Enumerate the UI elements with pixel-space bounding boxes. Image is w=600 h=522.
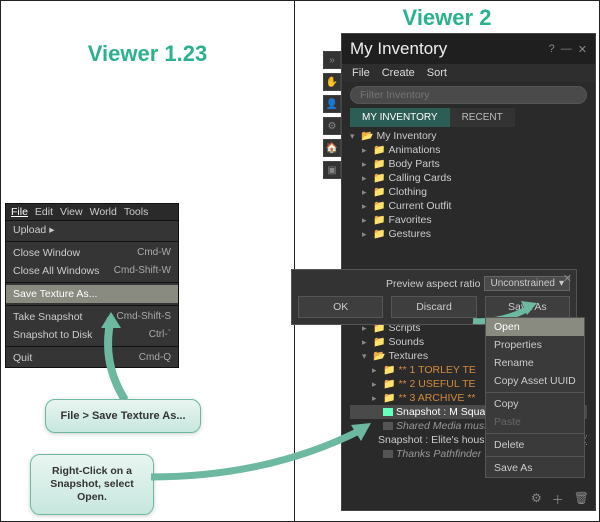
ctx-item[interactable]: Rename [486,354,584,372]
trash-icon[interactable]: 🗑 [574,491,589,508]
tool-hand[interactable]: ✋ [323,73,341,91]
callout-right-click: Right-Click on a Snapshot, select Open. [30,454,154,515]
callout-save-texture: File > Save Texture As... [45,399,201,433]
ctx-item: Paste [486,413,584,431]
toolstrip: » ✋ 👤 ⚙ 🏠 ▣ [323,51,341,179]
viewer1-heading: Viewer 1.23 [1,41,294,67]
menu-item[interactable]: Close All WindowsCmd-Shift-W [6,262,178,280]
ctx-item[interactable]: Properties [486,336,584,354]
gear-icon[interactable]: ⚙ [531,491,542,508]
ctx-item[interactable]: Save As [486,459,584,477]
tab-recent[interactable]: RECENT [450,108,515,127]
menu-edit[interactable]: Edit [35,206,53,218]
tool-box[interactable]: ▣ [323,161,341,179]
menu-item[interactable]: QuitCmd-Q [6,349,178,367]
viewer2-panel: Viewer 2 » ✋ 👤 ⚙ 🏠 ▣ My Inventory ? — ✕ … [295,1,599,521]
search-input[interactable] [350,86,587,104]
discard-button[interactable]: Discard [391,296,476,318]
tool-expand[interactable]: » [323,51,341,69]
tree-row[interactable]: ▸📁Animations [350,143,587,157]
add-icon[interactable]: ＋ [552,491,564,508]
tree-row[interactable]: ▸📁Clothing [350,185,587,199]
menu-item[interactable]: Snapshot to DiskCtrl-` [6,326,178,344]
inventory-titlebar: My Inventory ? — ✕ [342,34,595,64]
ctx-item[interactable]: Copy Asset UUID [486,372,584,390]
viewer2-heading: Viewer 2 [295,5,599,31]
menu-item[interactable]: Upload ▸ [6,221,178,239]
tab-my-inventory[interactable]: MY INVENTORY [350,108,450,127]
tree-row[interactable]: ▸📁Gestures [350,227,587,241]
inventory-tabs: MY INVENTORY RECENT [350,108,587,127]
inventory-menubar: File Create Sort [342,64,595,82]
ctx-item[interactable]: Copy [486,395,584,413]
ctx-item[interactable]: Open [486,318,584,336]
help-icon[interactable]: ? [549,43,555,56]
inv-menu-sort[interactable]: Sort [427,67,447,79]
tree-row[interactable]: ▸📁Favorites [350,213,587,227]
tree-row[interactable]: ▸📁Current Outfit [350,199,587,213]
save-as-button[interactable]: Save As [485,296,570,318]
inventory-footer: ⚙ ＋ 🗑 [531,491,589,508]
tool-home[interactable]: 🏠 [323,139,341,157]
menu-item[interactable]: Take SnapshotCmd-Shift-S [6,308,178,326]
inventory-title: My Inventory [350,39,447,59]
tree-row[interactable]: ▸📁Body Parts [350,157,587,171]
ok-button[interactable]: OK [298,296,383,318]
minimize-icon[interactable]: — [561,43,572,56]
tool-profile[interactable]: 👤 [323,95,341,113]
menu-file[interactable]: File [11,206,28,218]
tree-row[interactable]: ▾📂My Inventory [350,129,587,143]
aspect-select[interactable]: Unconstrained ▾ [484,276,570,291]
menu-item[interactable]: Save Texture As... [6,285,178,303]
close-icon[interactable]: ✕ [578,43,587,56]
menu-view[interactable]: View [60,206,83,218]
tree-row[interactable]: ▸📁Calling Cards [350,171,587,185]
close-icon[interactable]: ✕ [563,272,572,285]
ctx-item[interactable]: Delete [486,436,584,454]
viewer1-panel: Viewer 1.23 File Edit View World Tools U… [1,1,295,521]
tool-gear[interactable]: ⚙ [323,117,341,135]
file-menu: File Edit View World Tools Upload ▸ Close… [5,203,179,368]
menubar: File Edit View World Tools [6,204,178,221]
menu-world[interactable]: World [90,206,117,218]
context-menu: OpenPropertiesRenameCopy Asset UUID CopyP… [485,317,585,478]
menu-item[interactable]: Close WindowCmd-W [6,244,178,262]
preview-aspect-label: Preview aspect ratio [386,278,481,290]
inv-menu-create[interactable]: Create [382,67,415,79]
inv-menu-file[interactable]: File [352,67,370,79]
menu-tools[interactable]: Tools [124,206,149,218]
